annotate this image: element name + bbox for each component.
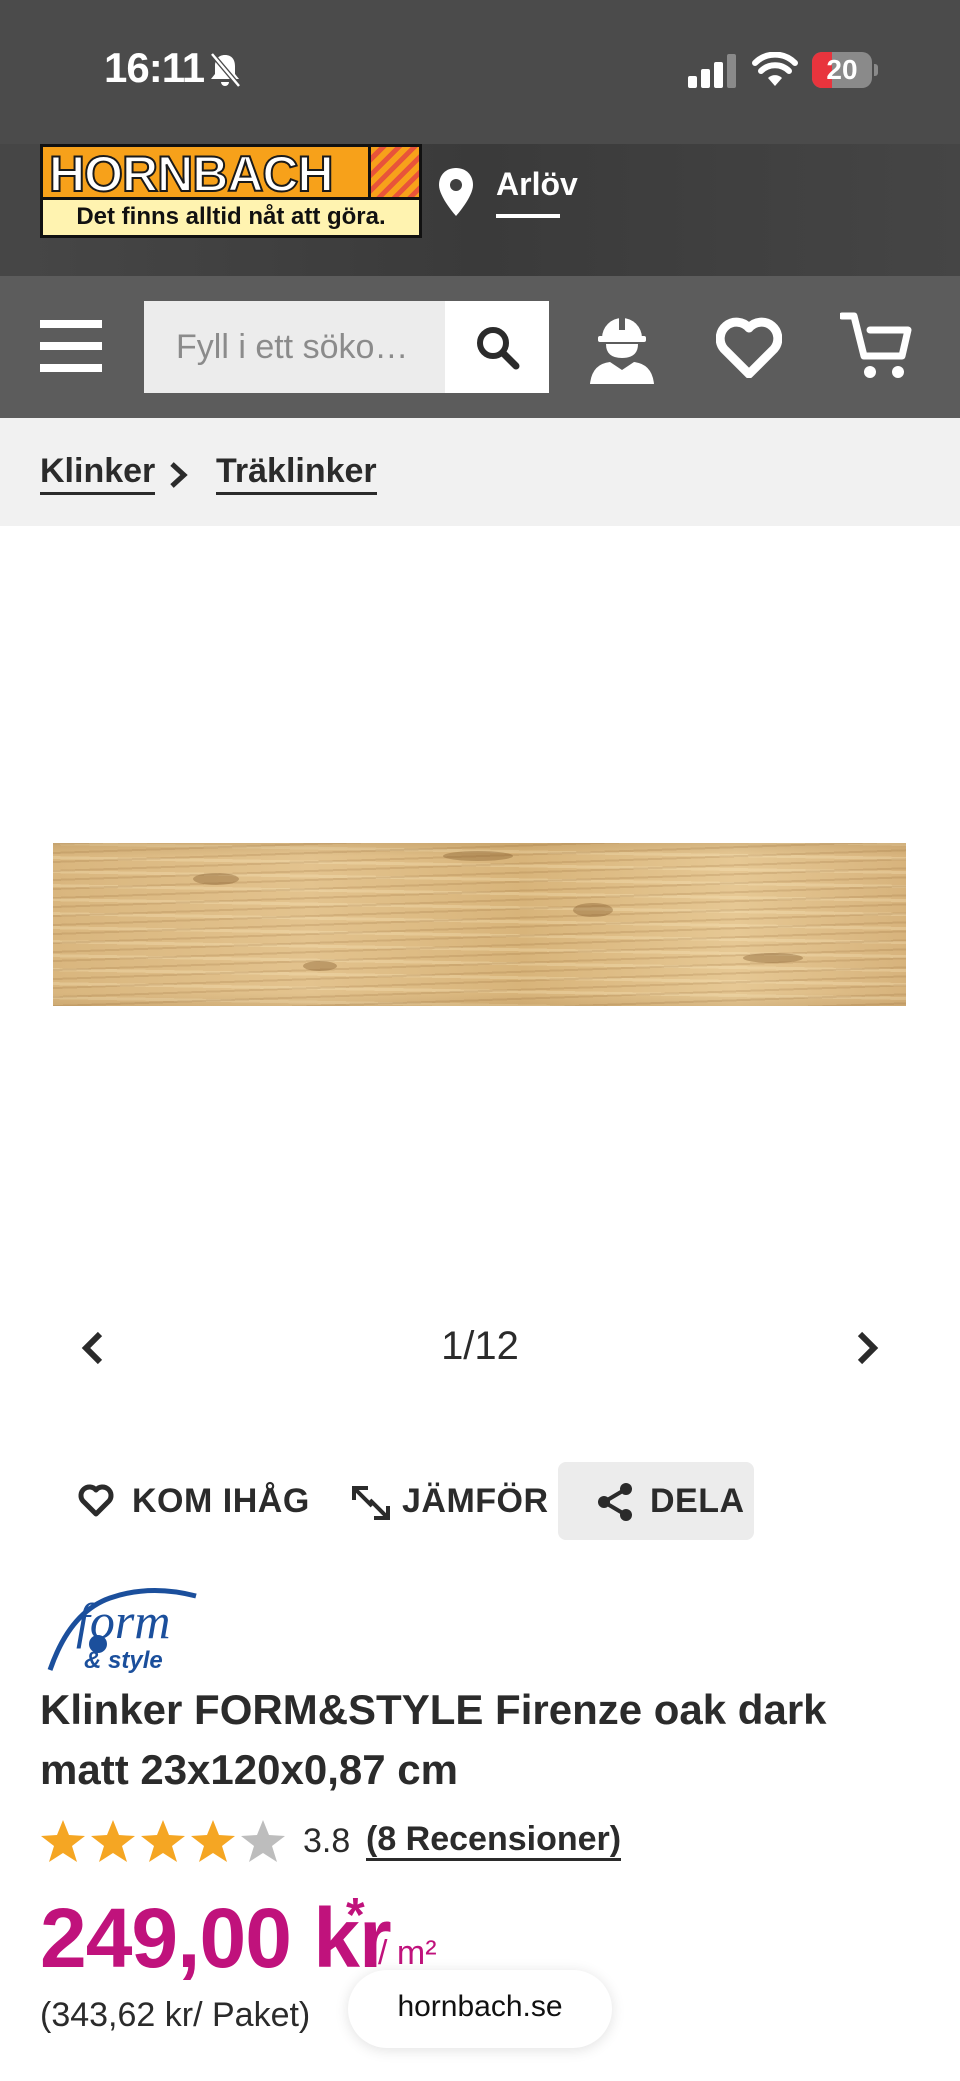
share-label: DELA	[650, 1482, 745, 1520]
rating-value: 3.8	[303, 1822, 351, 1860]
location-pin-icon[interactable]	[436, 166, 476, 218]
account-icon[interactable]	[586, 310, 658, 384]
compare-label: JÄMFÖR	[402, 1482, 549, 1520]
image-next-arrow-icon[interactable]	[852, 1330, 882, 1366]
store-location-underline	[496, 214, 560, 218]
star-filled-icon	[191, 1820, 235, 1862]
search-icon	[477, 327, 520, 370]
nav-bar	[0, 276, 960, 418]
store-location[interactable]: Arlöv	[496, 166, 578, 203]
logo-slogan: Det finns alltid nåt att göra.	[76, 203, 386, 230]
package-price: (343,62 kr/ Paket)	[40, 1996, 311, 2034]
bell-muted-icon	[210, 52, 241, 88]
status-bar: 16:11 20	[0, 0, 960, 144]
price-footnote-mark: *	[346, 1889, 365, 1942]
logo-text: HORNBACH	[48, 145, 335, 203]
logo-slogan-box: Det finns alltid nåt att göra.	[43, 197, 419, 235]
star-empty-icon	[241, 1820, 285, 1862]
share-icon	[598, 1483, 632, 1521]
site-header: HORNBACH Det finns alltid nåt att göra. …	[0, 144, 960, 276]
battery-level: 20	[826, 54, 858, 85]
search-input[interactable]	[144, 301, 444, 393]
browser-url-bar[interactable]: hornbach.se	[348, 1970, 612, 2048]
breadcrumb-klinker[interactable]: Klinker	[40, 452, 156, 495]
chevron-right-icon	[170, 462, 188, 488]
star-filled-icon	[91, 1820, 135, 1862]
remember-button[interactable]: KOM IHÅG	[60, 1462, 309, 1540]
search-button[interactable]	[445, 301, 549, 393]
signal-icon	[688, 54, 736, 88]
price: 249,00 kr	[40, 1891, 392, 1985]
form-style-brand-logo[interactable]: form & style	[40, 1582, 202, 1674]
breadcrumb: Klinker Träklinker	[0, 418, 960, 526]
reviews-link[interactable]: (8 Recensioner)	[366, 1820, 622, 1861]
battery-indicator: 20	[812, 52, 878, 88]
remember-label: KOM IHÅG	[132, 1482, 310, 1520]
wifi-icon	[752, 52, 798, 86]
breadcrumb-traklinker[interactable]: Träklinker	[216, 452, 377, 495]
browser-url: hornbach.se	[397, 1990, 563, 2023]
compare-button[interactable]: JÄMFÖR	[336, 1462, 548, 1540]
heart-icon	[78, 1484, 114, 1517]
status-time: 16:11	[104, 44, 205, 91]
product-image[interactable]	[53, 843, 906, 1006]
share-button[interactable]: DELA	[558, 1462, 754, 1540]
image-prev-arrow-icon[interactable]	[78, 1330, 108, 1366]
cart-icon[interactable]	[840, 310, 912, 382]
search-box	[144, 301, 549, 393]
menu-icon[interactable]	[40, 320, 102, 372]
star-filled-icon	[41, 1820, 85, 1862]
logo-stripes	[368, 147, 419, 200]
product-title: Klinker FORM&STYLE Firenze oak dark matt…	[40, 1686, 827, 1793]
star-filled-icon	[141, 1820, 185, 1862]
price-unit: / m²	[378, 1934, 437, 1972]
wishlist-heart-icon[interactable]	[716, 316, 782, 378]
hornbach-logo[interactable]: HORNBACH Det finns alltid nåt att göra.	[40, 144, 422, 238]
image-counter: 1/12	[441, 1324, 519, 1368]
compare-arrows-icon	[352, 1486, 390, 1520]
